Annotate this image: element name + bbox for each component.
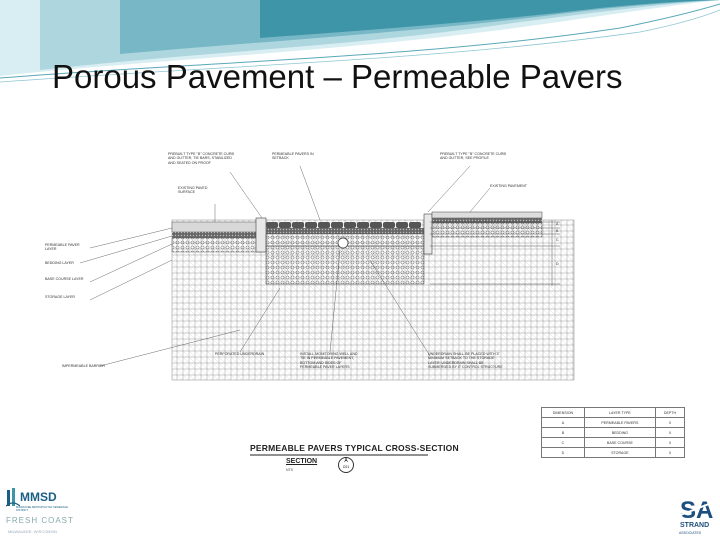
- table-cell: BEDDING: [583, 427, 656, 438]
- table-row: D STORAGE X: [541, 447, 686, 458]
- table-cell: X: [654, 427, 686, 438]
- figure-title: PERMEABLE PAVERS TYPICAL CROSS-SECTION: [250, 443, 459, 453]
- depth-table-header-cell: DIMENSION: [541, 407, 585, 418]
- fresh-coast-logo-text: FRESH COAST: [6, 516, 74, 525]
- underdrain-pipe: [337, 237, 349, 249]
- mmsd-logo: MMSD MILWAUKEE METROPOLITAN SEWERAGE DIS…: [6, 486, 68, 514]
- section-scale: NTS: [286, 468, 293, 472]
- depth-table: DIMENSION LAYER TYPE DEPTH A PERMEABLE P…: [541, 407, 686, 458]
- callout-bedding: BEDDING LAYER: [45, 261, 74, 265]
- callout-monitoring-well: INSTALL MONITORING WELL AND TIE IN PERME…: [300, 352, 358, 370]
- dim-mark-d: D: [556, 262, 559, 266]
- strand-logo: SA STRAND ASSOCIATES: [676, 496, 718, 538]
- figure-title-underline: [250, 454, 428, 456]
- curb-left: [255, 217, 267, 253]
- callout-impermeable: IMPERMEABLE BARRIER: [62, 364, 105, 368]
- table-cell: BASE COURSE: [583, 437, 656, 448]
- dim-mark-a: A: [556, 222, 559, 226]
- table-row: A PERMEABLE PAVERS X: [541, 417, 686, 428]
- callout-curb-right: PREBUILT TYPE "B" CONCRETE CURB AND GUTT…: [440, 152, 506, 161]
- table-cell: A: [541, 417, 585, 428]
- mmsd-mark-icon: [6, 488, 20, 507]
- table-cell: X: [654, 417, 686, 428]
- strand-text: STRAND: [680, 522, 710, 529]
- callout-underdrain-note: UNDERDRAIN SHALL BE PLACED WITH 3" MINIM…: [428, 352, 503, 370]
- section-tag: A C01: [338, 457, 354, 473]
- callout-existing-paved: EXISTING PAVED SURFACE: [178, 186, 208, 195]
- table-cell: PERMEABLE PAVERS: [583, 417, 656, 428]
- strand-subtext: ASSOCIATES: [679, 531, 702, 535]
- existing-pavement-left: [171, 221, 265, 233]
- table-cell: B: [541, 427, 585, 438]
- strand-sa-mark-icon: SA: [677, 497, 715, 522]
- table-row: C BASE COURSE X: [541, 437, 686, 448]
- table-cell: STORAGE: [583, 447, 656, 458]
- table-row: B BEDDING X: [541, 427, 686, 438]
- mmsd-text: MMSD: [20, 490, 57, 504]
- dim-mark-b: B: [556, 229, 559, 233]
- callout-curb-left: PREBUILT TYPE "B" CONCRETE CURB AND GUTT…: [168, 152, 234, 165]
- section-tag-sheet: C01: [342, 465, 350, 469]
- depth-table-header-cell: LAYER TYPE: [583, 407, 656, 418]
- depth-table-header-cell: DEPTH: [654, 407, 686, 418]
- callout-existing-pavement: EXISTING PAVEMENT: [490, 184, 528, 188]
- table-cell: D: [541, 447, 585, 458]
- table-cell: X: [654, 447, 686, 458]
- callout-pavers-setback: PERMEABLE PAVERS IN SETBACK: [272, 152, 314, 161]
- existing-pavement-right: [431, 211, 543, 219]
- fresh-coast-subtext: MILWAUKEE, WISCONSIN: [8, 529, 57, 534]
- storage-layer: [265, 245, 425, 285]
- callout-paver-layer: PERMEABLE PAVER LAYER: [45, 243, 80, 252]
- mmsd-subtext: MILWAUKEE METROPOLITAN SEWERAGE DISTRICT: [16, 506, 68, 512]
- cross-section-drawing: [79, 165, 575, 381]
- section-tag-letter: A: [344, 458, 348, 464]
- bedding-layer: [266, 228, 424, 234]
- table-cell: X: [654, 437, 686, 448]
- callout-base-course: BASE COURSE LAYER: [45, 277, 84, 281]
- depth-table-header: DIMENSION LAYER TYPE DEPTH: [541, 407, 686, 418]
- section-label: SECTION: [286, 458, 318, 465]
- table-cell: C: [541, 437, 585, 448]
- callout-storage: STORAGE LAYER: [45, 295, 76, 299]
- callout-underdrain: PERFORATED UNDERDRAIN: [215, 352, 265, 356]
- dim-mark-c: C: [556, 238, 559, 242]
